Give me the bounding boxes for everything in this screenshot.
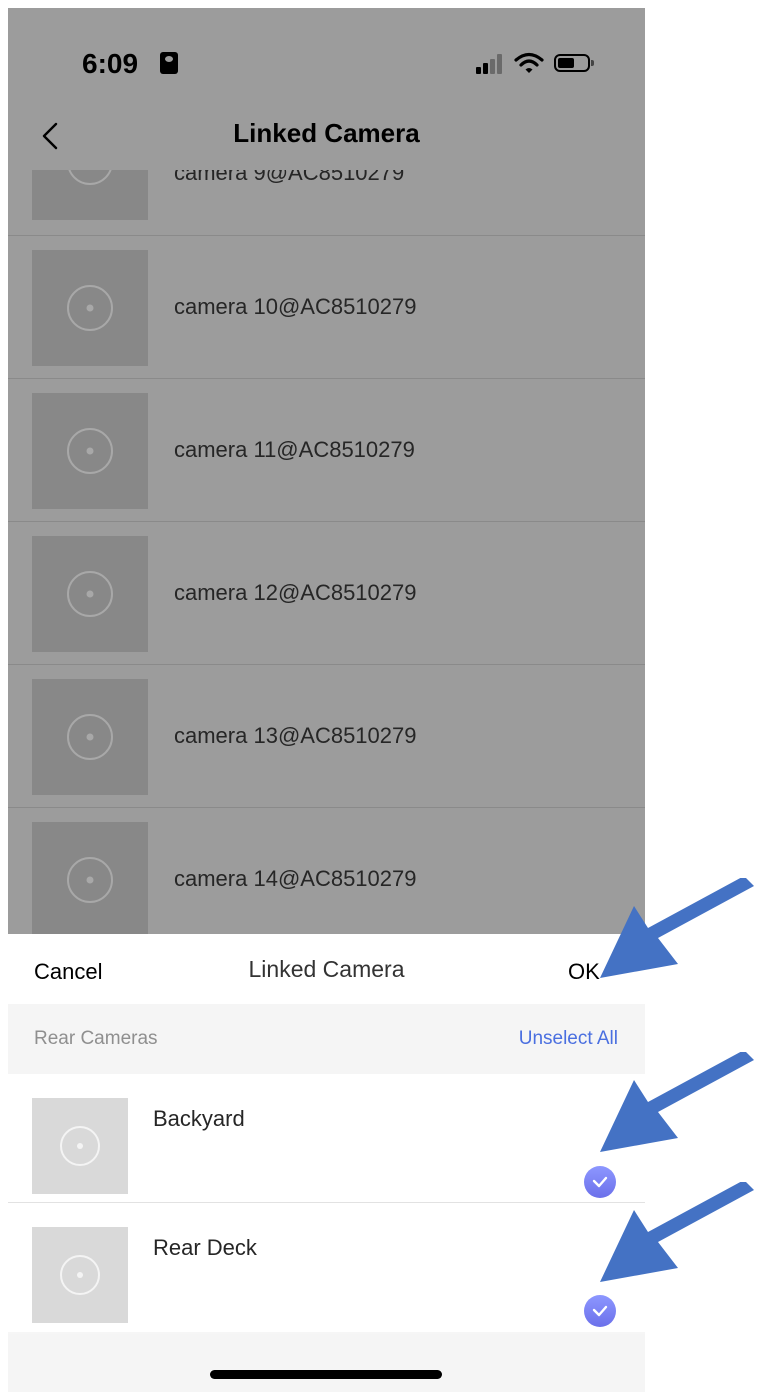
camera-icon: [67, 285, 113, 331]
sheet-title: Linked Camera: [248, 956, 405, 982]
camera-thumbnail: [32, 536, 148, 652]
camera-icon: [67, 714, 113, 760]
person-badge-icon: [160, 52, 178, 74]
list-item[interactable]: camera 13@AC8510279: [8, 665, 645, 808]
arrow-icon: [600, 878, 754, 978]
page-title: Linked Camera: [233, 118, 420, 148]
camera-option-backyard[interactable]: Backyard: [8, 1074, 645, 1203]
camera-icon: [68, 170, 112, 185]
list-item[interactable]: camera 14@AC8510279: [8, 808, 645, 934]
camera-icon: [67, 571, 113, 617]
camera-icon: [67, 428, 113, 474]
sheet-header: Cancel Linked Camera OK: [8, 934, 645, 1004]
signal-icon: [476, 52, 504, 74]
unselect-all-button[interactable]: Unselect All: [519, 1028, 618, 1050]
wifi-icon: [514, 52, 544, 73]
camera-icon: [67, 857, 113, 903]
background-page: 6:09 Linked Camera camera 9@AC8510279 ca…: [8, 8, 645, 934]
camera-thumbnail: [32, 393, 148, 509]
camera-thumbnail: [32, 822, 148, 934]
camera-thumbnail: [32, 679, 148, 795]
rear-camera-list: Backyard Rear Deck: [8, 1074, 645, 1332]
camera-option-rear-deck[interactable]: Rear Deck: [8, 1203, 645, 1332]
home-indicator[interactable]: [210, 1370, 442, 1379]
camera-thumbnail: [32, 1227, 128, 1323]
camera-icon: [60, 1255, 100, 1295]
status-bar: 6:09: [8, 8, 645, 108]
list-item[interactable]: camera 9@AC8510279: [8, 170, 645, 236]
camera-name: camera 14@AC8510279: [174, 866, 417, 891]
camera-thumbnail: [32, 250, 148, 366]
status-time: 6:09: [82, 48, 139, 79]
camera-thumbnail: [32, 170, 148, 220]
phone-screen: 6:09 Linked Camera camera 9@AC8510279 ca…: [8, 8, 645, 1392]
nav-bar: Linked Camera: [8, 108, 645, 170]
footer-bar: [8, 1334, 645, 1392]
list-item[interactable]: camera 10@AC8510279: [8, 236, 645, 379]
list-item[interactable]: camera 12@AC8510279: [8, 522, 645, 665]
camera-name: Rear Deck: [153, 1235, 257, 1260]
list-item[interactable]: camera 11@AC8510279: [8, 379, 645, 522]
battery-icon: [554, 54, 594, 72]
arrow-icon: [600, 1052, 754, 1152]
arrow-icon: [600, 1182, 754, 1282]
camera-name: camera 12@AC8510279: [174, 580, 417, 605]
camera-list: camera 9@AC8510279 camera 10@AC8510279 c…: [8, 170, 645, 934]
section-title: Rear Cameras: [34, 1028, 158, 1049]
camera-name: camera 10@AC8510279: [174, 294, 417, 319]
camera-name: camera 9@AC8510279: [174, 170, 405, 185]
camera-icon: [60, 1126, 100, 1166]
camera-name: camera 11@AC8510279: [174, 437, 415, 462]
ok-button[interactable]: OK: [568, 959, 600, 985]
camera-name: camera 13@AC8510279: [174, 723, 417, 748]
camera-thumbnail: [32, 1098, 128, 1194]
section-header: Rear Cameras Unselect All: [8, 1004, 645, 1074]
camera-name: Backyard: [153, 1106, 245, 1131]
